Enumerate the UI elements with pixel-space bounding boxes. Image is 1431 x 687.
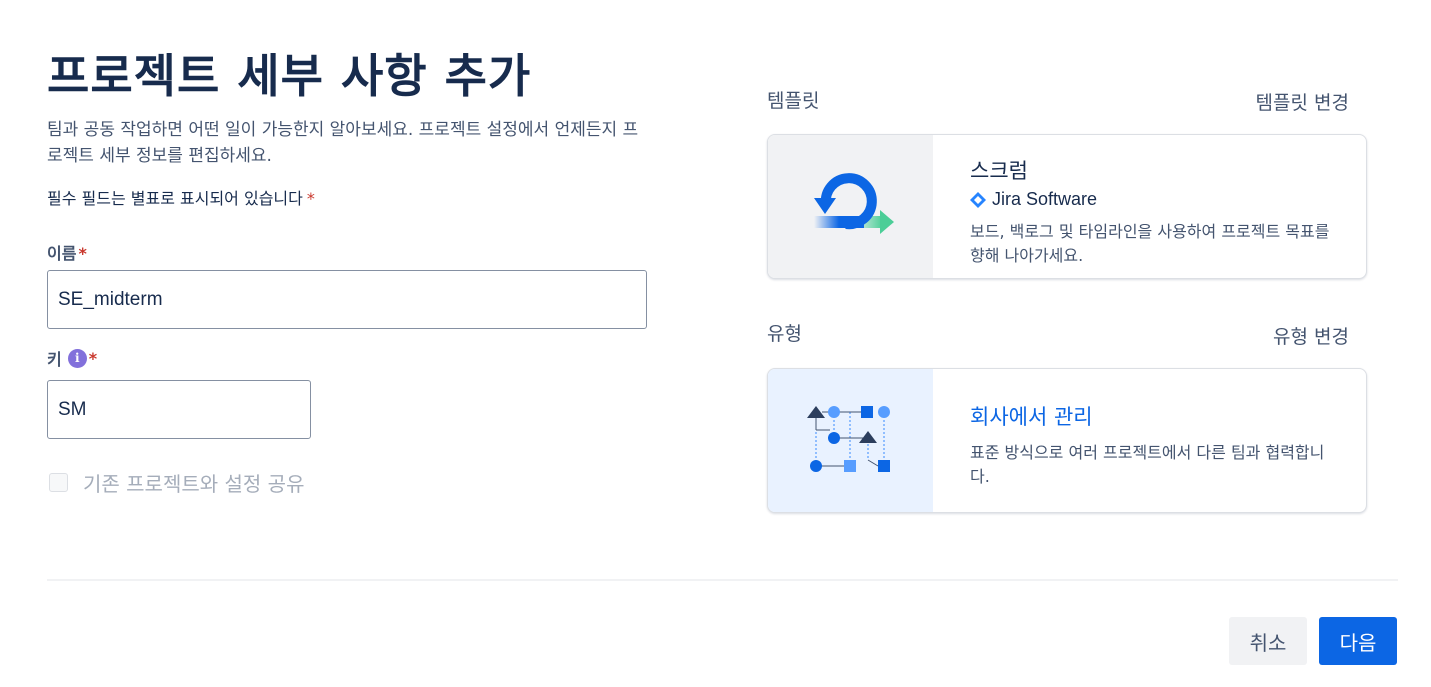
name-label: 이름 * xyxy=(47,240,87,264)
jira-diamond-icon xyxy=(970,191,986,208)
type-card-body: 회사에서 관리 표준 방식으로 여러 프로젝트에서 다른 팀과 협력합니다. xyxy=(933,369,1366,512)
template-card[interactable]: 스크럼 Jira Software 보드, 백로그 및 타임라인을 사용하여 프… xyxy=(767,134,1367,279)
required-asterisk: * xyxy=(78,244,87,263)
change-type-button[interactable]: 유형 변경 xyxy=(1273,322,1349,349)
required-note: 필수 필드는 별표로 표시되어 있습니다 * xyxy=(47,185,315,209)
required-note-text: 필수 필드는 별표로 표시되어 있습니다 xyxy=(47,189,303,208)
key-label-text: 키 xyxy=(47,350,62,369)
page-title: 프로젝트 세부 사항 추가 xyxy=(47,49,532,103)
template-card-media xyxy=(768,135,933,278)
brand-name: Jira Software xyxy=(992,189,1098,209)
type-card-description: 표준 방식으로 여러 프로젝트에서 다른 팀과 협력합니다. xyxy=(970,443,1325,486)
template-card-description: 보드, 백로그 및 타임라인을 사용하여 프로젝트 목표를 향해 나아가세요. xyxy=(970,222,1330,265)
share-settings-label: 기존 프로젝트와 설정 공유 xyxy=(83,472,305,496)
type-section-title: 유형 xyxy=(767,323,802,345)
required-asterisk: * xyxy=(88,348,98,368)
key-input[interactable]: SM xyxy=(47,380,311,439)
page-description: 팀과 공동 작업하면 어떤 일이 가능한지 알아보세요. 프로젝트 설정에서 언… xyxy=(47,120,639,166)
change-template-button[interactable]: 템플릿 변경 xyxy=(1256,88,1349,115)
name-input[interactable]: SE_midterm xyxy=(47,270,647,329)
next-button[interactable]: 다음 xyxy=(1319,617,1397,665)
template-card-body: 스크럼 Jira Software 보드, 백로그 및 타임라인을 사용하여 프… xyxy=(933,135,1366,278)
scrum-cycle-icon xyxy=(813,172,894,234)
share-settings-row[interactable]: 기존 프로젝트와 설정 공유 xyxy=(49,468,304,497)
name-label-text: 이름 xyxy=(47,244,77,263)
key-label: 키 i * xyxy=(47,346,97,370)
required-asterisk: * xyxy=(306,189,315,208)
share-settings-checkbox[interactable] xyxy=(49,473,68,492)
type-card-title: 회사에서 관리 xyxy=(970,405,1093,429)
company-managed-icon xyxy=(806,405,890,472)
info-icon[interactable]: i xyxy=(67,348,87,368)
type-card-media xyxy=(768,369,933,512)
jira-software-brand: Jira Software xyxy=(970,189,1336,210)
template-card-title: 스크럼 xyxy=(970,159,1028,183)
template-section-title: 템플릿 xyxy=(767,90,820,112)
type-card[interactable]: 회사에서 관리 표준 방식으로 여러 프로젝트에서 다른 팀과 협력합니다. xyxy=(767,368,1367,513)
cancel-button[interactable]: 취소 xyxy=(1229,617,1307,665)
footer-divider xyxy=(47,579,1398,581)
